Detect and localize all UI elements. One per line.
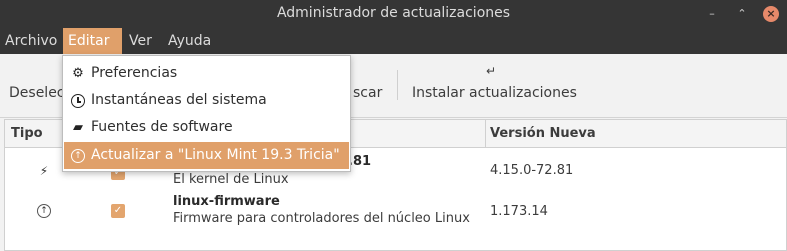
menu-item-preferencias[interactable]: ⚙ Preferencias <box>64 60 349 87</box>
menu-item-instantaneas[interactable]: Instantáneas del sistema <box>64 87 349 114</box>
menu-item-label: Preferencias <box>91 65 178 81</box>
menu-item-label: Fuentes de software <box>91 119 233 135</box>
package-name: .81 <box>348 154 372 169</box>
maximize-icon[interactable]: ⌃ <box>734 6 750 22</box>
menu-item-fuentes[interactable]: ▰ Fuentes de software <box>64 114 349 141</box>
upgrade-icon: ↑ <box>37 204 51 218</box>
package-description: Firmware para controladores del núcleo L… <box>173 211 470 226</box>
refresh-label: scar <box>353 85 383 101</box>
package-description: El kernel de Linux <box>173 172 289 187</box>
deselect-all-button[interactable]: Deselecc <box>9 54 72 118</box>
package-name: linux-firmware <box>173 194 280 209</box>
package-version: 1.173.14 <box>490 204 548 219</box>
package-version: 4.15.0-72.81 <box>490 163 574 178</box>
install-updates-button[interactable]: ↵ Instalar actualizaciones <box>412 54 577 118</box>
menu-item-upgrade[interactable]: ↑ Actualizar a "Linux Mint 19.3 Tricia" <box>64 142 349 169</box>
column-separator <box>485 120 486 148</box>
menu-bar: Archivo Editar Ver Ayuda <box>0 28 787 54</box>
clock-icon <box>71 94 85 108</box>
toolbar-separator <box>397 70 398 100</box>
install-icon: ↵ <box>486 64 497 78</box>
editar-menu: ⚙ Preferencias Instantáneas del sistema … <box>62 55 351 172</box>
menu-ayuda[interactable]: Ayuda <box>163 28 216 54</box>
column-new-version[interactable]: Versión Nueva <box>490 120 596 148</box>
menu-item-label: Instantáneas del sistema <box>91 92 267 108</box>
install-label: Instalar actualizaciones <box>412 85 577 101</box>
upgrade-icon: ↑ <box>71 149 85 163</box>
window-title: Administrador de actualizaciones <box>276 5 511 21</box>
menu-ver[interactable]: Ver <box>124 28 157 54</box>
menu-archivo[interactable]: Archivo <box>0 28 62 54</box>
menu-item-label: Actualizar a "Linux Mint 19.3 Tricia" <box>91 147 340 163</box>
package-icon: ▰ <box>73 120 83 135</box>
title-bar: Administrador de actualizaciones – ⌃ × <box>0 0 787 28</box>
table-row[interactable]: ↑ ✓ linux-firmware Firmware para control… <box>5 194 786 238</box>
minimize-icon[interactable]: – <box>704 6 720 22</box>
column-type[interactable]: Tipo <box>11 120 43 148</box>
menu-editar[interactable]: Editar <box>63 28 122 54</box>
close-icon[interactable]: × <box>763 6 779 22</box>
preferences-icon: ⚙ <box>72 66 84 81</box>
lightning-icon: ⚡ <box>39 164 49 178</box>
update-checkbox[interactable]: ✓ <box>111 204 125 218</box>
